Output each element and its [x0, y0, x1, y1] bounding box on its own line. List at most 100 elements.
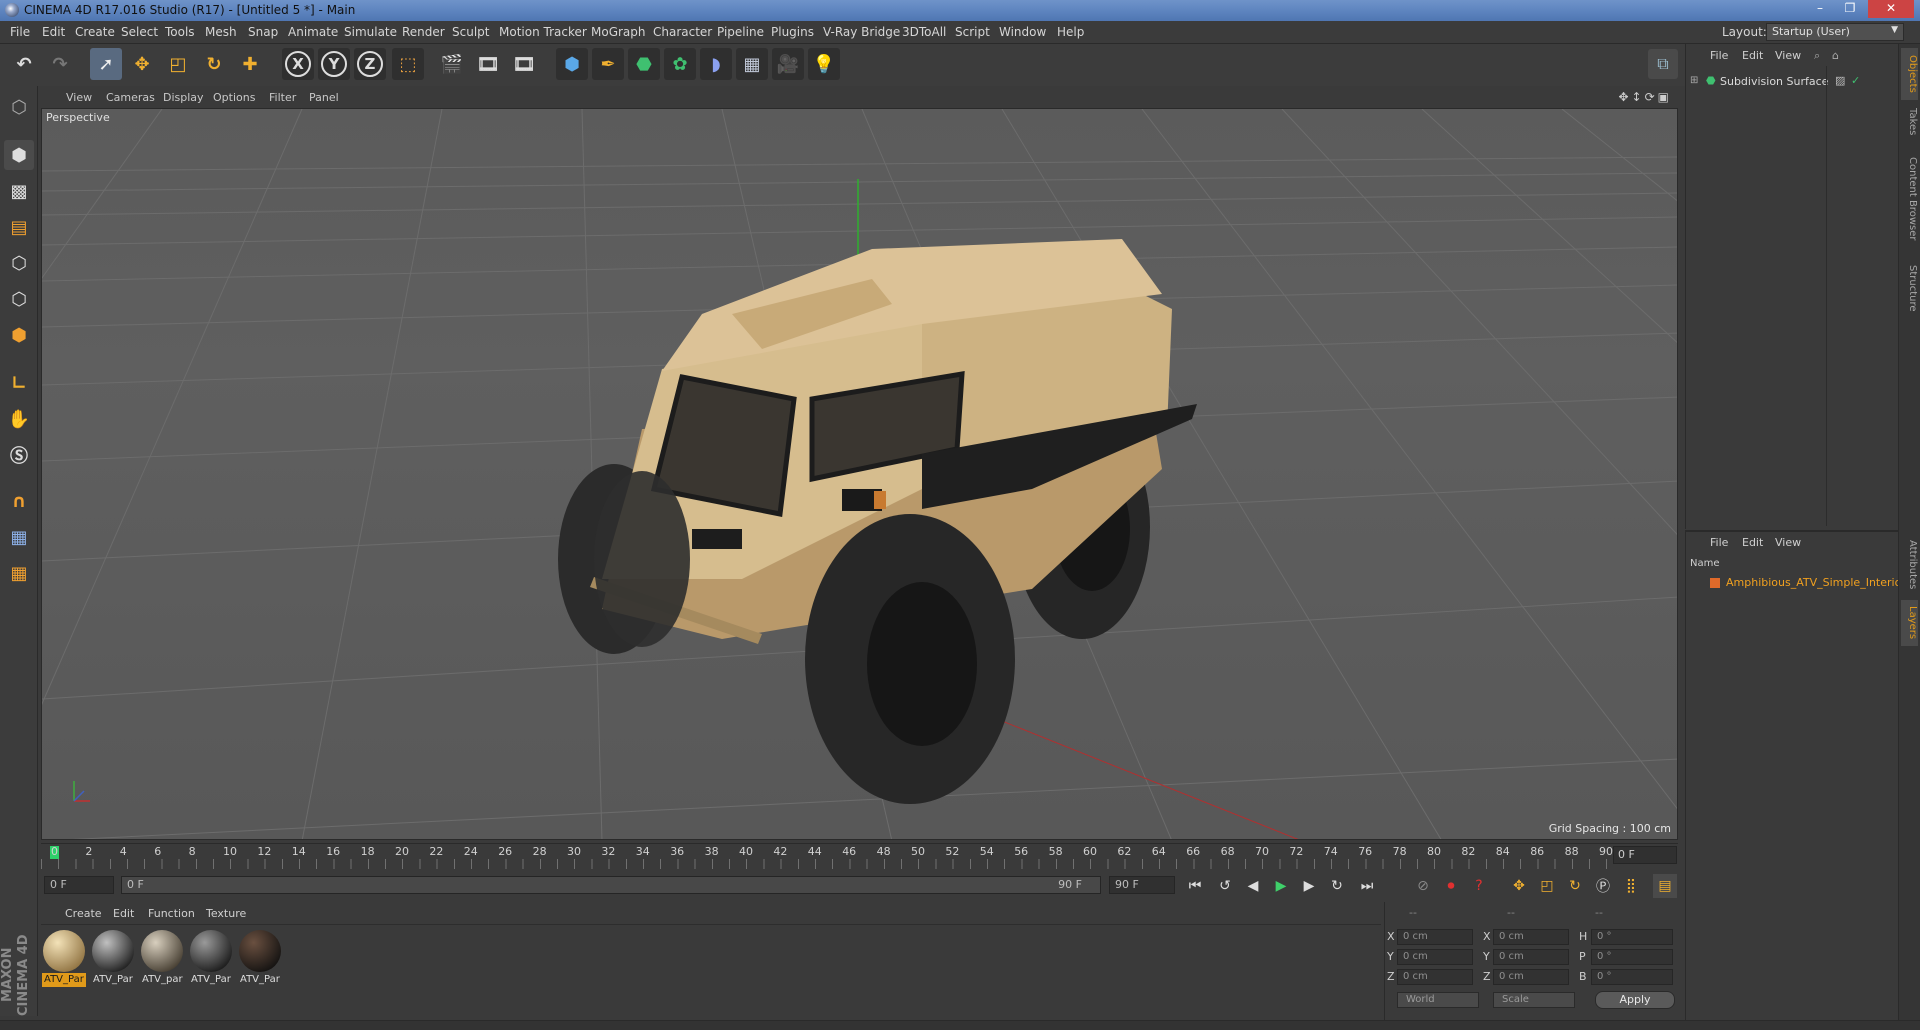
menu-sculpt[interactable]: Sculpt [452, 25, 489, 39]
object-search-icon[interactable]: ⌕ [1814, 49, 1820, 63]
polygons-mode-button[interactable]: ⬢ [4, 320, 34, 350]
key-position-button[interactable]: ✥ [1507, 874, 1531, 898]
enable-snap-button[interactable]: ∩ [4, 486, 34, 516]
viewport-menu-options[interactable]: Options [213, 91, 255, 104]
size-z-field[interactable]: 0 cm [1493, 969, 1569, 985]
points-mode-button[interactable]: ⬡ [4, 248, 34, 278]
current-frame-field[interactable]: 0 F [1613, 846, 1677, 864]
go-to-start-button[interactable]: ⏮ [1183, 874, 1207, 898]
redo-button[interactable]: ↷ [44, 48, 76, 80]
scale-tool-button[interactable]: ◰ [162, 48, 194, 80]
x-axis-lock-button[interactable]: X [282, 48, 314, 80]
go-to-end-button[interactable]: ⏭ [1355, 874, 1379, 898]
layer-menu-view[interactable]: View [1775, 536, 1801, 549]
key-pla-button[interactable]: ⣿ [1619, 874, 1643, 898]
menu-select[interactable]: Select [121, 25, 158, 39]
record-keys-off-button[interactable]: ⊘ [1411, 874, 1435, 898]
timeline-range-slider[interactable]: 0 F 90 F [121, 876, 1101, 894]
axis-mode-button[interactable]: ∟ [4, 368, 34, 398]
add-light-button[interactable]: 💡 [808, 48, 840, 80]
autokeying-button[interactable]: ? [1467, 874, 1491, 898]
rotation-h-field[interactable]: 0 ° [1591, 929, 1673, 945]
position-y-field[interactable]: 0 cm [1397, 949, 1473, 965]
next-key-button[interactable]: ↻ [1325, 874, 1349, 898]
add-subdivision-button[interactable]: ⬣ [628, 48, 660, 80]
add-cloner-button[interactable]: ✿ [664, 48, 696, 80]
menu-vray-bridge[interactable]: V-Ray Bridge [823, 25, 900, 39]
material-swatch[interactable]: ATV_par [140, 929, 184, 989]
viewport-menu-cameras[interactable]: Cameras [106, 91, 155, 104]
menu-window[interactable]: Window [999, 25, 1046, 39]
viewport-menu-display[interactable]: Display [163, 91, 204, 104]
z-axis-lock-button[interactable]: Z [354, 48, 386, 80]
previous-frame-button[interactable]: ◀ [1241, 874, 1265, 898]
material-swatch[interactable]: ATV_Par [91, 929, 135, 989]
tab-content-browser[interactable]: Content Browser [1901, 144, 1918, 254]
add-cube-button[interactable]: ⬢ [556, 48, 588, 80]
live-selection-button[interactable]: ➚ [90, 48, 122, 80]
menu-file[interactable]: File [10, 25, 30, 39]
object-enabled-check-icon[interactable]: ✓ [1851, 74, 1860, 87]
menu-3dtoall[interactable]: 3DToAll [902, 25, 946, 39]
coordinate-system-button[interactable]: ⬚ [392, 48, 424, 80]
perspective-viewport[interactable]: Perspective Grid Spacing : 100 cm [41, 108, 1678, 840]
menu-animate[interactable]: Animate [288, 25, 338, 39]
object-menu-view[interactable]: View [1775, 49, 1801, 62]
workplane-mode-button[interactable]: ▤ [4, 212, 34, 242]
object-menu-edit[interactable]: Edit [1742, 49, 1763, 62]
menu-mesh[interactable]: Mesh [205, 25, 237, 39]
menu-character[interactable]: Character [653, 25, 712, 39]
tab-takes[interactable]: Takes [1901, 104, 1918, 140]
timeline-ruler[interactable]: 0 2 4 6 8 10 12 14 16 18 20 22 24 26 28 30 32 34 36 38 40 42 4… [41, 843, 1678, 870]
menu-edit[interactable]: Edit [42, 25, 65, 39]
material-swatch[interactable]: ATV_Par [238, 929, 282, 989]
object-row[interactable]: ⊞ ⬣ Subdivision Surface ▨ ✓ [1686, 74, 1899, 90]
material-menu-function[interactable]: Function [148, 907, 195, 920]
menu-create[interactable]: Create [75, 25, 115, 39]
python-script-button[interactable]: ⧉ [1648, 49, 1678, 79]
object-home-icon[interactable]: ⌂ [1832, 49, 1839, 62]
menu-render[interactable]: Render [402, 25, 445, 39]
make-editable-button[interactable]: ⬡ [4, 92, 34, 122]
model-mode-button[interactable]: ⬢ [4, 140, 34, 170]
timeline-start-field[interactable]: 0 F [44, 876, 114, 894]
key-parameter-button[interactable]: Ⓟ [1591, 874, 1615, 898]
viewport-menu-view[interactable]: View [66, 91, 92, 104]
close-button[interactable]: ✕ [1868, 0, 1914, 18]
add-deformer-button[interactable]: ◗ [700, 48, 732, 80]
menu-simulate[interactable]: Simulate [344, 25, 397, 39]
position-z-field[interactable]: 0 cm [1397, 969, 1473, 985]
layout-select[interactable]: Startup (User) ▼ [1766, 23, 1904, 41]
viewport-navigation-icons[interactable]: ✥↕⟳▣ [1618, 90, 1672, 104]
material-menu-create[interactable]: Create [65, 907, 102, 920]
minimize-button[interactable]: – [1806, 0, 1834, 18]
object-visibility-icon[interactable]: ▨ [1835, 74, 1845, 87]
timeline-window-button[interactable]: ▤ [1653, 874, 1677, 898]
render-view-button[interactable]: 🎬 [436, 48, 468, 80]
record-active-button[interactable]: ⏺ [1439, 874, 1463, 898]
menu-tools[interactable]: Tools [165, 25, 195, 39]
play-button[interactable]: ▶ [1269, 874, 1293, 898]
edges-mode-button[interactable]: ⬡ [4, 284, 34, 314]
render-picture-viewer-button[interactable]: 🎞 [472, 48, 504, 80]
multi-tool-button[interactable]: ✚ [234, 48, 266, 80]
menu-plugins[interactable]: Plugins [771, 25, 814, 39]
object-menu-file[interactable]: File [1710, 49, 1728, 62]
material-menu-texture[interactable]: Texture [206, 907, 246, 920]
coordinate-mode-dropdown[interactable]: Scale [1493, 992, 1575, 1008]
rotation-p-field[interactable]: 0 ° [1591, 949, 1673, 965]
tab-layers[interactable]: Layers [1901, 600, 1918, 646]
material-swatch[interactable]: ATV_Par [189, 929, 233, 989]
tab-attributes[interactable]: Attributes [1901, 532, 1918, 598]
viewport-menu-filter[interactable]: Filter [269, 91, 296, 104]
size-y-field[interactable]: 0 cm [1493, 949, 1569, 965]
key-rotation-button[interactable]: ↻ [1563, 874, 1587, 898]
restore-button[interactable]: ❐ [1836, 0, 1864, 18]
tweak-mode-button[interactable]: ✋ [4, 404, 34, 434]
move-tool-button[interactable]: ✥ [126, 48, 158, 80]
apply-button[interactable]: Apply [1595, 991, 1675, 1009]
menu-snap[interactable]: Snap [248, 25, 278, 39]
snapping-button[interactable]: Ⓢ [4, 440, 34, 470]
position-x-field[interactable]: 0 cm [1397, 929, 1473, 945]
workplane-lock-button[interactable]: ▦ [4, 522, 34, 552]
